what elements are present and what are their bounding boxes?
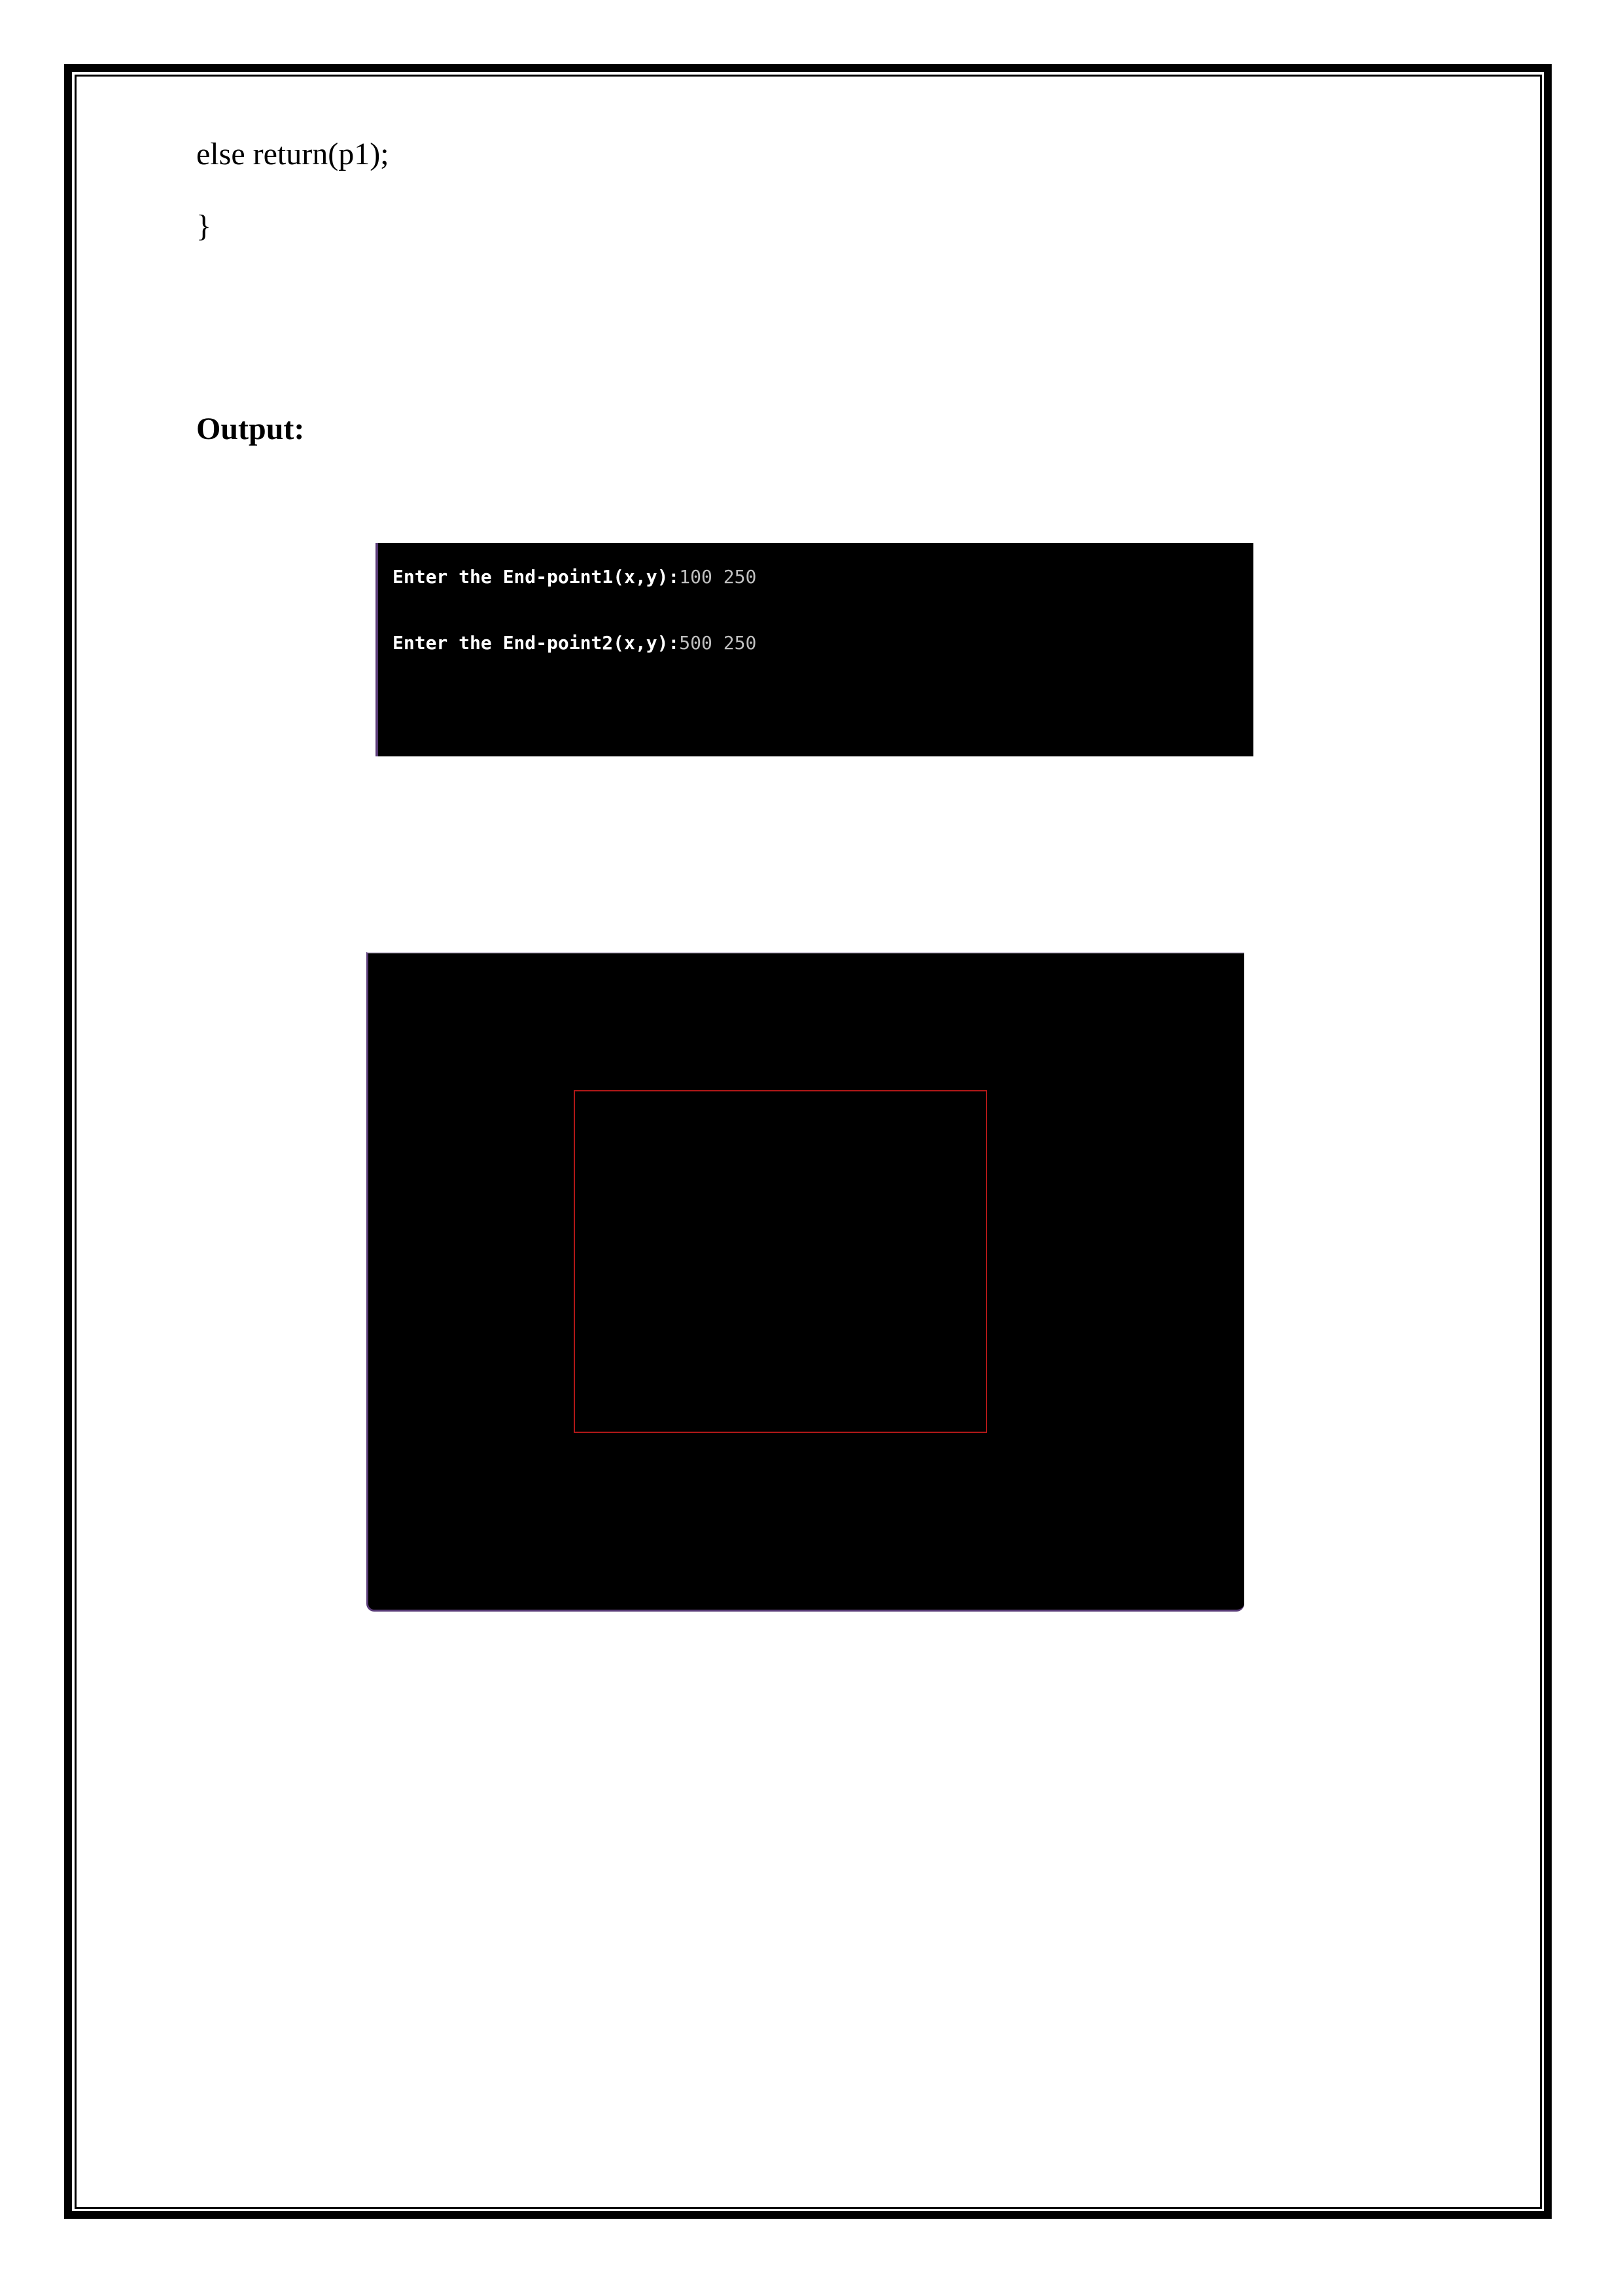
code-line: else return(p1); bbox=[196, 137, 389, 171]
output-heading: Output: bbox=[196, 412, 305, 446]
code-line: } bbox=[196, 209, 212, 243]
console-prompt: Enter the End-point1(x,y): bbox=[393, 566, 680, 588]
console-line: Enter the End-point2(x,y):500 250 bbox=[393, 634, 756, 652]
graphics-canvas bbox=[574, 1090, 987, 1433]
console-input-value: 500 250 bbox=[679, 632, 757, 654]
clip-window-rectangle bbox=[574, 1090, 987, 1433]
graphics-output-screenshot bbox=[366, 952, 1244, 1612]
console-prompt: Enter the End-point2(x,y): bbox=[393, 632, 680, 654]
console-screenshot: Enter the End-point1(x,y):100 250 Enter … bbox=[375, 543, 1253, 756]
console-input-value: 100 250 bbox=[679, 566, 757, 588]
console-line: Enter the End-point1(x,y):100 250 bbox=[393, 568, 756, 586]
